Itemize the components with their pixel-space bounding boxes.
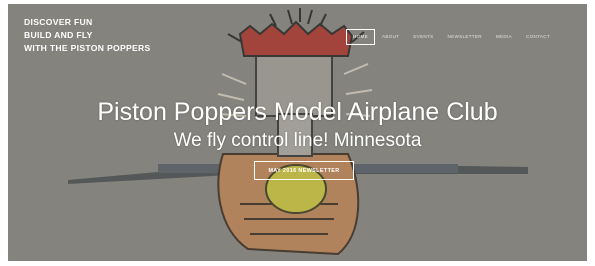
nav-item-home[interactable]: HOME <box>346 29 375 45</box>
nav-item-media[interactable]: MEDIA <box>489 30 519 44</box>
nav-item-events[interactable]: EVENTS <box>406 30 440 44</box>
brand-line-3: WITH THE PISTON POPPERS <box>24 43 151 53</box>
hero-section: DISCOVER FUN BUILD AND FLY WITH THE PIST… <box>8 4 587 261</box>
nav-item-newsletter[interactable]: NEWSLETTER <box>441 30 489 44</box>
site-branding[interactable]: DISCOVER FUN BUILD AND FLY WITH THE PIST… <box>24 16 151 55</box>
nav-item-contact[interactable]: CONTACT <box>519 30 557 44</box>
brand-line-2: BUILD AND FLY <box>24 30 93 40</box>
nav-item-about[interactable]: ABOUT <box>375 30 406 44</box>
hero-subtitle: We fly control line! Minnesota <box>173 130 422 151</box>
hero-title: Piston Poppers Model Airplane Club <box>97 98 498 126</box>
brand-line-1: DISCOVER FUN <box>24 17 93 27</box>
newsletter-button[interactable]: MAY 2016 NEWSLETTER <box>254 161 354 180</box>
main-navigation: HOME ABOUT EVENTS NEWSLETTER MEDIA CONTA… <box>346 28 557 46</box>
